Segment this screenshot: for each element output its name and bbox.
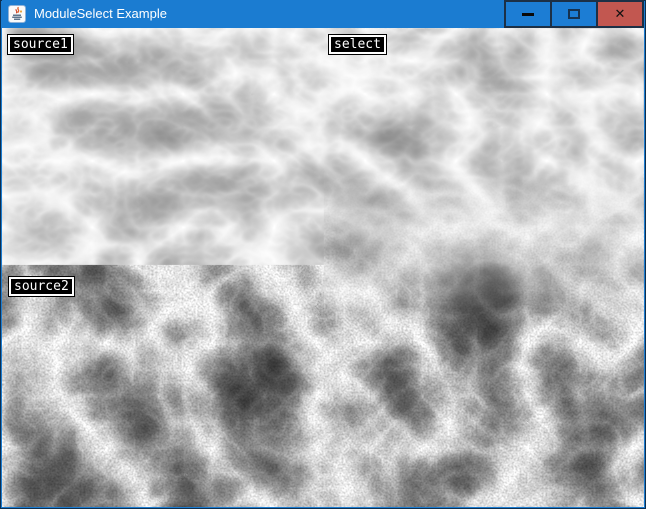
maximize-button[interactable]	[550, 0, 598, 28]
titlebar[interactable]: ModuleSelect Example ✕	[2, 0, 644, 28]
java-coffee-icon	[8, 5, 26, 23]
window-title: ModuleSelect Example	[34, 0, 167, 28]
maximize-icon	[568, 9, 580, 19]
minimize-button[interactable]	[504, 0, 552, 28]
close-button[interactable]: ✕	[596, 0, 644, 28]
window-controls: ✕	[506, 0, 644, 28]
label-source1: source1	[8, 35, 73, 54]
label-source2: source2	[9, 277, 74, 296]
noise-image	[2, 28, 644, 507]
app-window: ModuleSelect Example ✕	[0, 0, 646, 509]
label-select: select	[329, 35, 386, 54]
noise-render-canvas: source1 select source2	[2, 28, 644, 507]
minimize-icon	[522, 13, 534, 16]
close-icon: ✕	[615, 8, 626, 21]
